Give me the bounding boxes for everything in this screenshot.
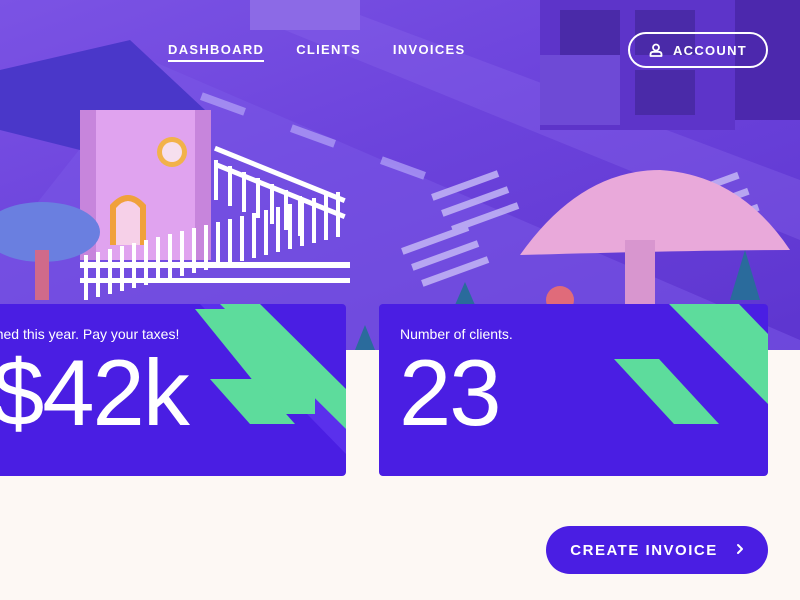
clients-card: Number of clients. 23: [379, 304, 768, 476]
account-button[interactable]: ACCOUNT: [628, 32, 768, 68]
chevron-right-icon: [736, 542, 744, 559]
nav-clients[interactable]: CLIENTS: [296, 42, 361, 62]
create-invoice-label: CREATE INVOICE: [570, 541, 718, 559]
nav-dashboard[interactable]: DASHBOARD: [168, 42, 265, 62]
main-nav: DASHBOARD CLIENTS INVOICES: [168, 42, 465, 62]
user-icon: [649, 43, 663, 57]
earnings-card: Total earned this year. Pay your taxes! …: [0, 304, 346, 476]
clients-value: 23: [399, 340, 502, 445]
create-invoice-button[interactable]: CREATE INVOICE: [546, 526, 768, 574]
earnings-value: $42k: [0, 340, 190, 445]
nav-invoices[interactable]: INVOICES: [393, 42, 466, 62]
account-label: ACCOUNT: [672, 42, 748, 58]
